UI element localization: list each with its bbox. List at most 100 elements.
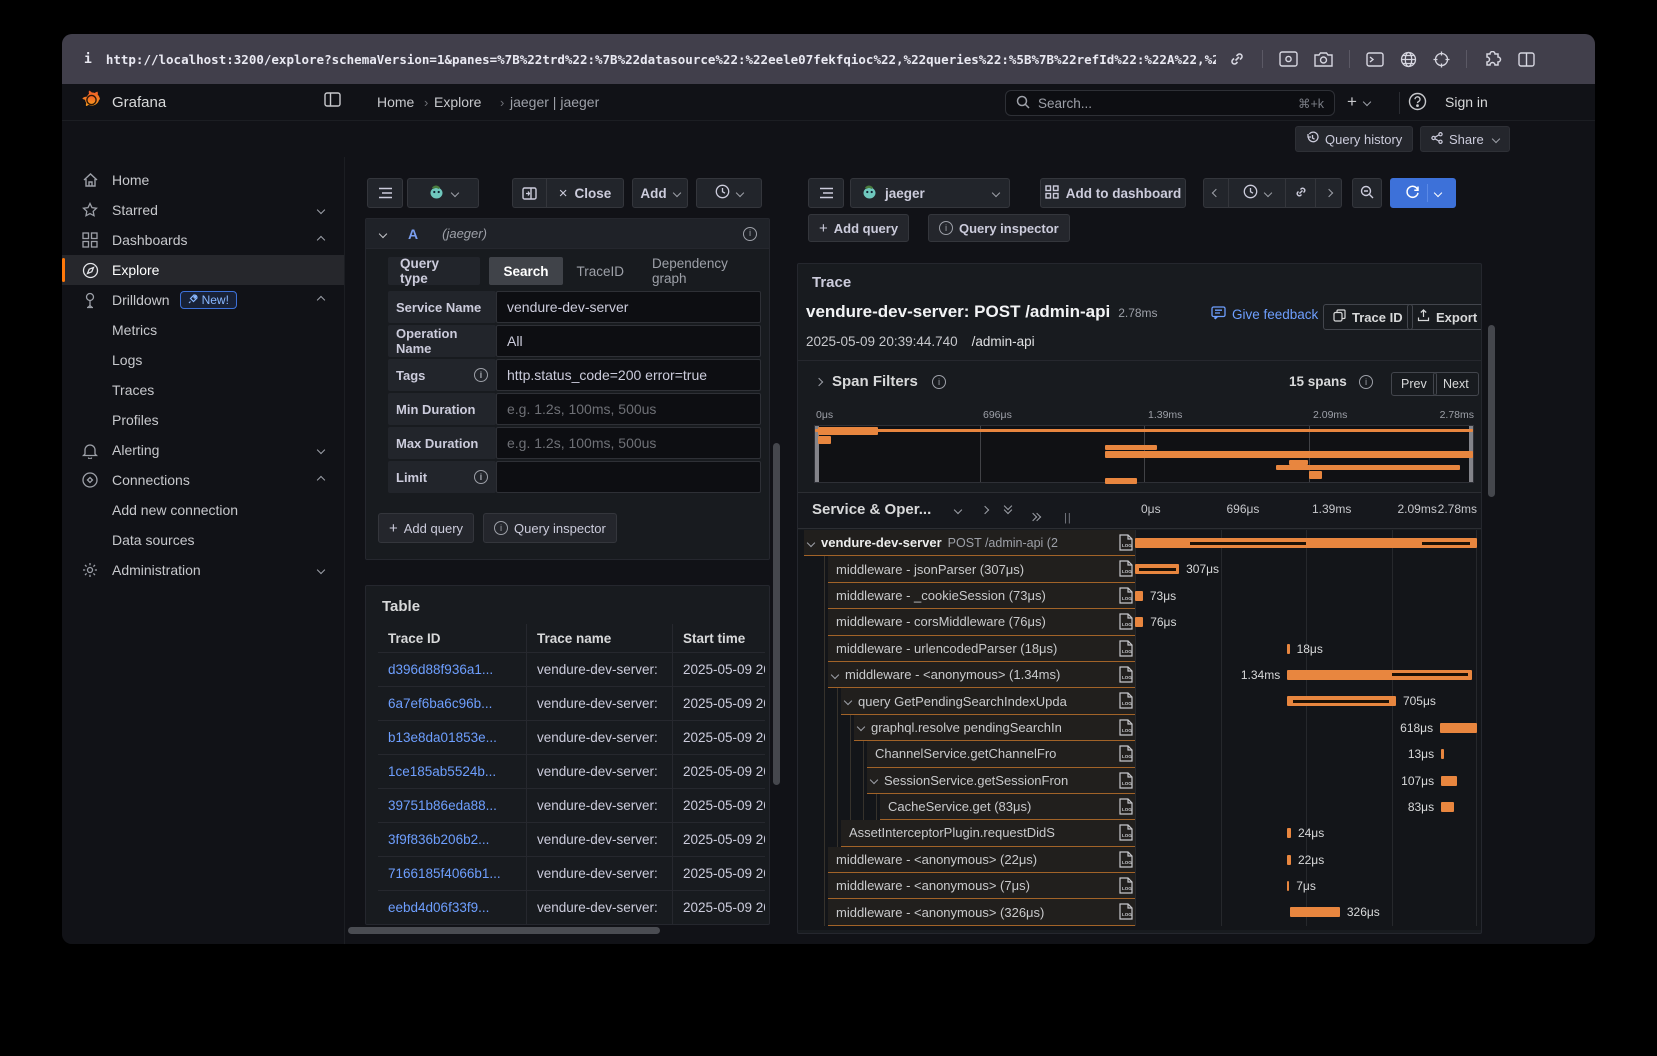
span-duration-bar[interactable]	[1287, 670, 1472, 680]
span-row[interactable]: graphql.resolve pendingSearchInLOG618μs	[798, 715, 1481, 741]
log-icon[interactable]: LOG	[1119, 745, 1133, 767]
span-duration-bar[interactable]	[1290, 907, 1340, 917]
add-query-button[interactable]: + Add query	[378, 513, 474, 543]
span-duration-bar[interactable]	[1287, 855, 1291, 865]
log-icon[interactable]: LOG	[1119, 534, 1133, 556]
span-duration-bar[interactable]	[1441, 749, 1444, 759]
span-name-cell[interactable]: middleware - <anonymous> (1.34ms)LOG	[828, 662, 1136, 688]
expand-all-icon[interactable]	[1030, 507, 1040, 525]
time-range-button-left[interactable]	[696, 178, 762, 208]
trace-id-link[interactable]: 7166185f4066b1...	[388, 866, 501, 881]
chevron-up-icon[interactable]	[317, 296, 325, 304]
time-sync-link-button[interactable]	[1286, 178, 1316, 208]
datasource-picker-right[interactable]: jaeger	[850, 178, 1010, 208]
span-bar-track[interactable]: 18μs	[1135, 636, 1477, 662]
page-info-icon[interactable]: i	[84, 52, 92, 67]
query-inspector-button[interactable]: i Query inspector	[483, 513, 617, 543]
sidebar-item-add-new-connection[interactable]: Add new connection	[62, 495, 344, 525]
add-new-button[interactable]: +	[1347, 92, 1370, 112]
export-button[interactable]: Export	[1407, 304, 1482, 330]
query-info-icon[interactable]: i	[743, 227, 757, 241]
span-duration-bar[interactable]	[1135, 564, 1179, 574]
time-back-button[interactable]	[1203, 178, 1229, 208]
span-duration-bar[interactable]	[1135, 538, 1477, 548]
expand-chevron-icon[interactable]	[857, 723, 865, 731]
column-header[interactable]: Start time	[672, 624, 765, 652]
split-pane-icon-button[interactable]	[512, 178, 546, 208]
query-history-button[interactable]: Query history	[1295, 126, 1413, 152]
tab-traceid[interactable]: TraceID	[563, 257, 639, 285]
sidebar-item-home[interactable]: Home	[62, 165, 344, 195]
span-bar-track[interactable]: 307μs	[1135, 556, 1477, 582]
expand-chevron-icon[interactable]	[844, 697, 852, 705]
run-query-button[interactable]	[1390, 178, 1456, 208]
sidebar-item-connections[interactable]: Connections	[62, 465, 344, 495]
span-bar-track[interactable]: 705μs	[1135, 688, 1477, 714]
span-row[interactable]: AssetInterceptorPlugin.requestDidSLOG24μ…	[798, 820, 1481, 846]
span-duration-bar[interactable]	[1441, 802, 1454, 812]
span-bar-track[interactable]: 326μs	[1135, 899, 1477, 925]
log-icon[interactable]: LOG	[1119, 613, 1133, 635]
query-row-header[interactable]: A (jaeger) i	[366, 219, 769, 249]
info-icon[interactable]: i	[474, 470, 488, 484]
span-filters-label[interactable]: Span Filters	[832, 373, 918, 390]
span-name-cell[interactable]: middleware - <anonymous> (7μs)LOG	[828, 873, 1136, 899]
span-name-cell[interactable]: middleware - corsMiddleware (76μs)LOG	[828, 609, 1136, 635]
sort-chevron-icon[interactable]	[954, 506, 962, 514]
sidebar-item-drilldown[interactable]: DrilldownNew!	[62, 285, 344, 315]
log-icon[interactable]: LOG	[1119, 692, 1133, 714]
span-name-cell[interactable]: ChannelService.getChannelFroLOG	[867, 741, 1136, 767]
span-name-cell[interactable]: query GetPendingSearchIndexUpdaLOG	[841, 688, 1136, 714]
span-duration-bar[interactable]	[1287, 828, 1291, 838]
link-icon[interactable]	[1228, 50, 1246, 68]
span-name-cell[interactable]: middleware - <anonymous> (22μs)LOG	[828, 847, 1136, 873]
right-pane-scrollbar[interactable]	[1488, 325, 1495, 497]
prev-span-button[interactable]: Prev	[1391, 372, 1437, 396]
limit-input[interactable]	[496, 461, 761, 493]
terminal-icon[interactable]	[1366, 52, 1384, 67]
column-header[interactable]: Trace ID	[378, 631, 526, 646]
log-icon[interactable]: LOG	[1119, 587, 1133, 609]
span-duration-bar[interactable]	[1440, 723, 1477, 733]
query-inspector-button-right[interactable]: i Query inspector	[928, 214, 1070, 242]
collapse-one-icon[interactable]	[981, 506, 989, 514]
globe-icon[interactable]	[1400, 51, 1417, 68]
trace-id-link[interactable]: 39751b86eda88...	[388, 798, 497, 813]
span-row[interactable]: query GetPendingSearchIndexUpdaLOG705μs	[798, 688, 1481, 714]
chevron-down-icon[interactable]	[317, 206, 325, 214]
query-row-toggle-button-right[interactable]	[808, 178, 844, 208]
span-row[interactable]: middleware - urlencodedParser (18μs)LOG1…	[798, 636, 1481, 662]
sidebar-item-metrics[interactable]: Metrics	[62, 315, 344, 345]
span-name-cell[interactable]: middleware - _cookieSession (73μs)LOG	[828, 583, 1136, 609]
log-icon[interactable]: LOG	[1119, 719, 1133, 741]
sign-in-button[interactable]: Sign in	[1445, 94, 1488, 110]
sidebar-item-data-sources[interactable]: Data sources	[62, 525, 344, 555]
query-row-toggle-button[interactable]	[367, 178, 403, 208]
info-icon[interactable]: i	[474, 368, 488, 382]
expand-chevron-icon[interactable]	[831, 670, 839, 678]
trace-id-link[interactable]: eebd4d06f33f9...	[388, 900, 489, 915]
span-row[interactable]: ChannelService.getChannelFroLOG13μs	[798, 741, 1481, 767]
table-horizontal-scrollbar[interactable]	[348, 927, 660, 934]
give-feedback-link[interactable]: Give feedback	[1211, 306, 1318, 323]
span-duration-bar[interactable]	[1135, 617, 1143, 627]
span-name-cell[interactable]: graphql.resolve pendingSearchInLOG	[854, 715, 1136, 741]
span-bar-track[interactable]: 76μs	[1135, 609, 1477, 635]
span-bar-track[interactable]: 83μs	[1135, 794, 1477, 820]
log-icon[interactable]: LOG	[1119, 877, 1133, 899]
tab-dependency-graph[interactable]: Dependency graph	[638, 257, 769, 285]
split-view-icon[interactable]	[1518, 52, 1535, 67]
add-dropdown-button[interactable]: Add	[632, 178, 688, 208]
log-icon[interactable]: LOG	[1119, 903, 1133, 925]
span-row[interactable]: vendure-dev-serverPOST /admin-api (2LOG	[798, 530, 1481, 556]
span-row[interactable]: middleware - corsMiddleware (76μs)LOG76μ…	[798, 609, 1481, 635]
span-bar-track[interactable]: 73μs	[1135, 583, 1477, 609]
log-icon[interactable]: LOG	[1119, 666, 1133, 688]
span-bar-track[interactable]	[1135, 530, 1477, 556]
span-row[interactable]: middleware - _cookieSession (73μs)LOG73μ…	[798, 583, 1481, 609]
span-row[interactable]: middleware - <anonymous> (326μs)LOG326μs	[798, 899, 1481, 925]
log-icon[interactable]: LOG	[1119, 798, 1133, 820]
chevron-up-icon[interactable]	[317, 236, 325, 244]
span-row[interactable]: SessionService.getSessionFronLOG107μs	[798, 768, 1481, 794]
span-name-cell[interactable]: vendure-dev-serverPOST /admin-api (2LOG	[804, 530, 1136, 556]
